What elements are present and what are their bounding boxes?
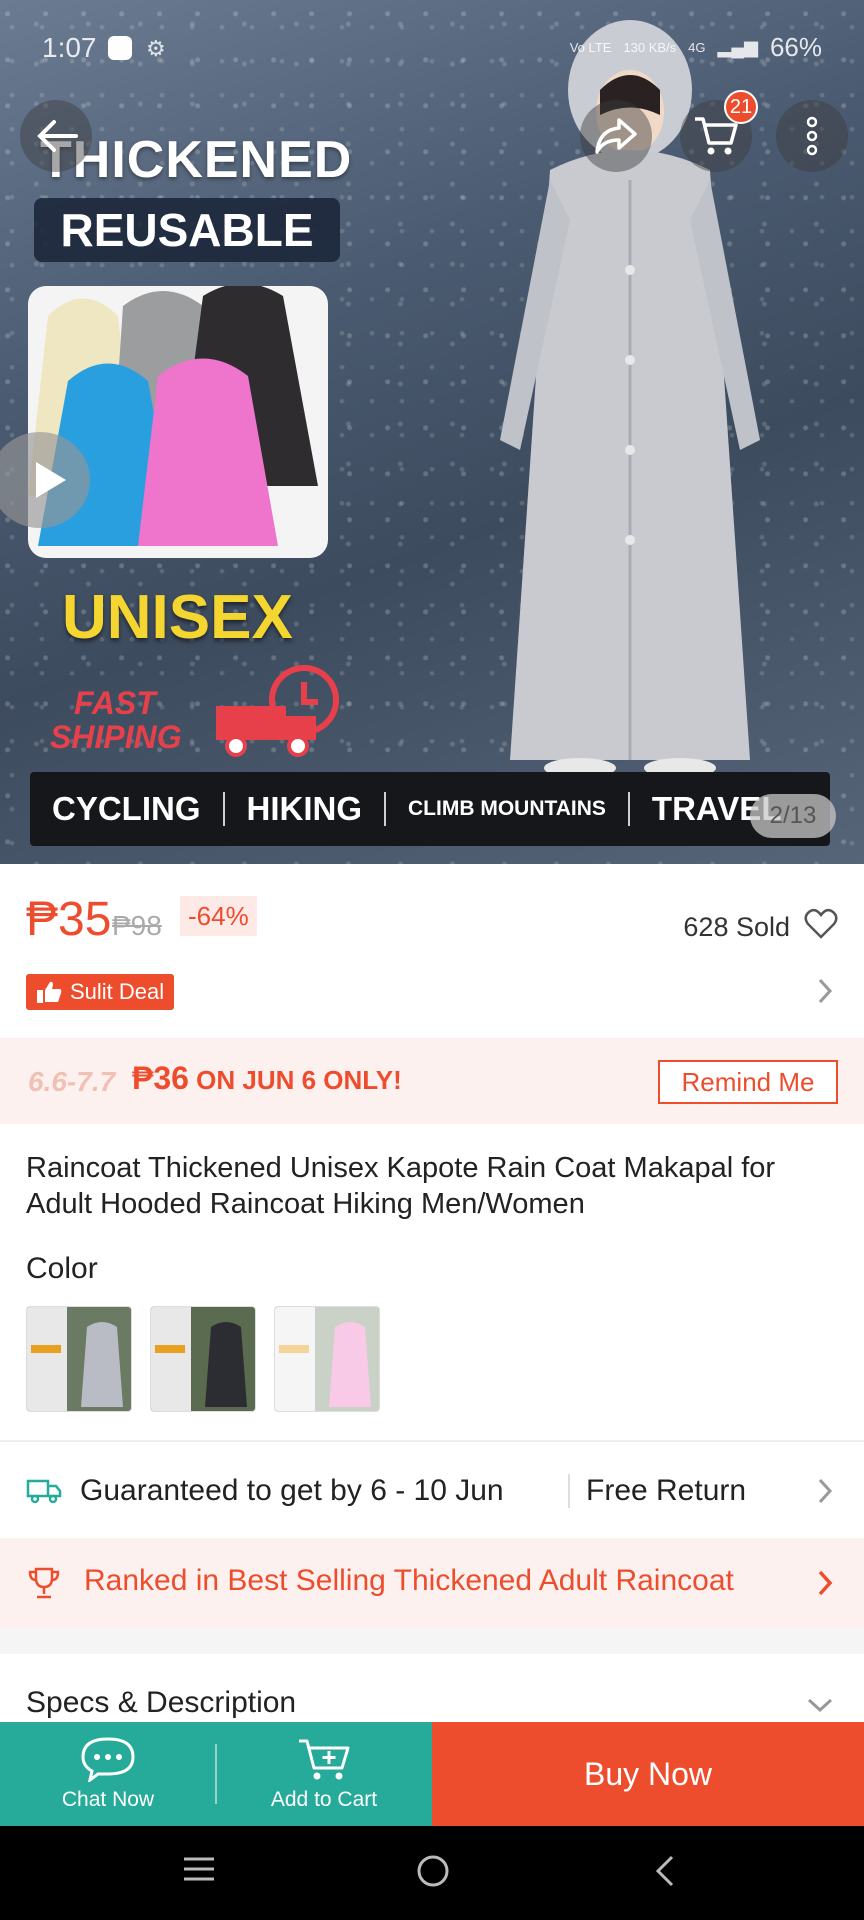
home-icon[interactable]	[416, 1854, 450, 1888]
promo-caption: ON JUN 6 ONLY!	[188, 1065, 402, 1095]
network-label: Vo LTE	[569, 40, 612, 55]
play-icon	[36, 462, 66, 498]
price-section: ₱35 ₱98 -64% 628 Sold Sulit Deal	[0, 864, 864, 1024]
divider	[0, 1440, 864, 1442]
ranking-text: Ranked in Best Selling Thickened Adult R…	[84, 1564, 734, 1597]
promo-price: ₱36	[132, 1060, 189, 1096]
current-price: ₱35	[26, 893, 112, 946]
cart-button[interactable]: 21	[680, 90, 758, 172]
status-indicators: Vo LTE 130 KB/s 4G ▂▄▆ 66%	[570, 32, 822, 63]
add-to-cart-button[interactable]: Add to Cart	[216, 1722, 432, 1826]
bottom-action-bar: Chat Now Add to Cart Buy Now	[0, 1722, 864, 1826]
promo-text: ₱36 ON JUN 6 ONLY!	[132, 1060, 402, 1097]
status-time: 1:07	[42, 32, 97, 63]
add-to-cart-label: Add to Cart	[270, 1788, 378, 1811]
activity-cycling: CYCLING	[52, 790, 201, 827]
chat-now-button[interactable]: Chat Now	[0, 1722, 216, 1826]
band-divider	[627, 792, 630, 826]
arrow-left-icon	[37, 120, 78, 152]
remind-me-button[interactable]: Remind Me	[658, 1060, 838, 1104]
deal-label: Sulit Deal	[70, 979, 165, 1004]
flash-sale-banner: 6.6-7.7 ₱36 ON JUN 6 ONLY! Remind Me	[0, 1038, 864, 1124]
more-vertical-icon	[806, 116, 818, 156]
hero-headline-2: REUSABLE	[34, 198, 340, 262]
chevron-right-icon[interactable]	[816, 976, 834, 1006]
original-price: ₱98	[112, 910, 162, 941]
chevron-right-icon	[818, 1478, 833, 1504]
chat-now-label: Chat Now	[61, 1788, 155, 1811]
buy-now-button[interactable]: Buy Now	[432, 1722, 864, 1826]
cart-count-badge: 21	[724, 90, 758, 124]
activities-banner: CYCLING HIKING CLIMB MOUNTAINS TRAVEL	[30, 772, 830, 846]
color-options	[26, 1306, 380, 1412]
color-option-pink[interactable]	[274, 1306, 380, 1412]
share-button[interactable]	[580, 100, 652, 172]
ranking-banner[interactable]: Ranked in Best Selling Thickened Adult R…	[0, 1538, 864, 1628]
chat-bubble-icon	[81, 1737, 135, 1782]
trophy-icon	[28, 1567, 60, 1599]
sold-count: 628 Sold	[683, 912, 790, 942]
app-notification-icon	[108, 36, 132, 60]
product-title: Raincoat Thickened Unisex Kapote Rain Co…	[26, 1152, 776, 1220]
network-speed: 130 KB/s	[623, 40, 677, 55]
divider	[568, 1474, 570, 1508]
add-cart-icon	[299, 1739, 350, 1780]
heart-icon[interactable]	[804, 908, 838, 940]
back-nav-icon[interactable]	[654, 1854, 676, 1888]
delivery-truck-icon	[216, 665, 339, 757]
sulit-deal-badge[interactable]: Sulit Deal	[26, 974, 175, 1010]
activity-hiking: HIKING	[246, 790, 363, 827]
status-bar: 1:07 ⚙ Vo LTE 130 KB/s 4G ▂▄▆ 66%	[0, 0, 864, 96]
specs-description-header[interactable]: Specs & Description	[26, 1686, 296, 1720]
unavailable-overlay	[275, 1307, 379, 1411]
delivery-guarantee: Guaranteed to get by 6 - 10 Jun	[80, 1474, 504, 1507]
thumbs-up-icon	[37, 981, 62, 1003]
back-button[interactable]	[20, 100, 92, 172]
chevron-down-icon[interactable]	[806, 1696, 834, 1714]
location-icon: ⚙	[146, 36, 166, 61]
free-return-label: Free Return	[586, 1474, 747, 1507]
fast-shipping-badge: FAST SHIPING	[50, 685, 182, 755]
system-navigation-bar	[0, 1826, 864, 1920]
signal-4g: 4G	[688, 40, 706, 55]
battery-level: 66%	[769, 32, 822, 62]
color-option-black[interactable]	[150, 1306, 256, 1412]
image-counter: 2/13	[750, 794, 836, 838]
activity-climb: CLIMB MOUNTAINS	[408, 797, 606, 820]
secondary-actions: Chat Now Add to Cart	[0, 1722, 432, 1826]
more-options-button[interactable]	[776, 100, 848, 172]
signal-bars-icon: ▂▄▆	[717, 37, 758, 57]
color-option-gray[interactable]	[26, 1306, 132, 1412]
discount-badge: -64%	[180, 896, 257, 936]
divider	[215, 1744, 217, 1804]
promo-date-range: 6.6-7.7	[28, 1066, 116, 1097]
color-variants-image	[28, 286, 328, 558]
shipping-row[interactable]: Guaranteed to get by 6 - 10 Jun Free Ret…	[0, 1444, 864, 1538]
product-page: THICKENED REUSABLE UNISEX FAST SHIPING C…	[0, 0, 864, 1920]
section-gap	[0, 1628, 864, 1654]
band-divider	[222, 792, 225, 826]
chevron-right-icon	[818, 1570, 833, 1596]
product-image-carousel[interactable]: THICKENED REUSABLE UNISEX FAST SHIPING C…	[0, 0, 864, 864]
truck-icon	[26, 1479, 62, 1504]
color-label: Color	[26, 1252, 98, 1285]
share-icon	[595, 118, 637, 154]
band-divider	[384, 792, 386, 826]
hero-unisex-text: UNISEX	[62, 583, 293, 652]
recent-apps-icon[interactable]	[182, 1854, 216, 1884]
